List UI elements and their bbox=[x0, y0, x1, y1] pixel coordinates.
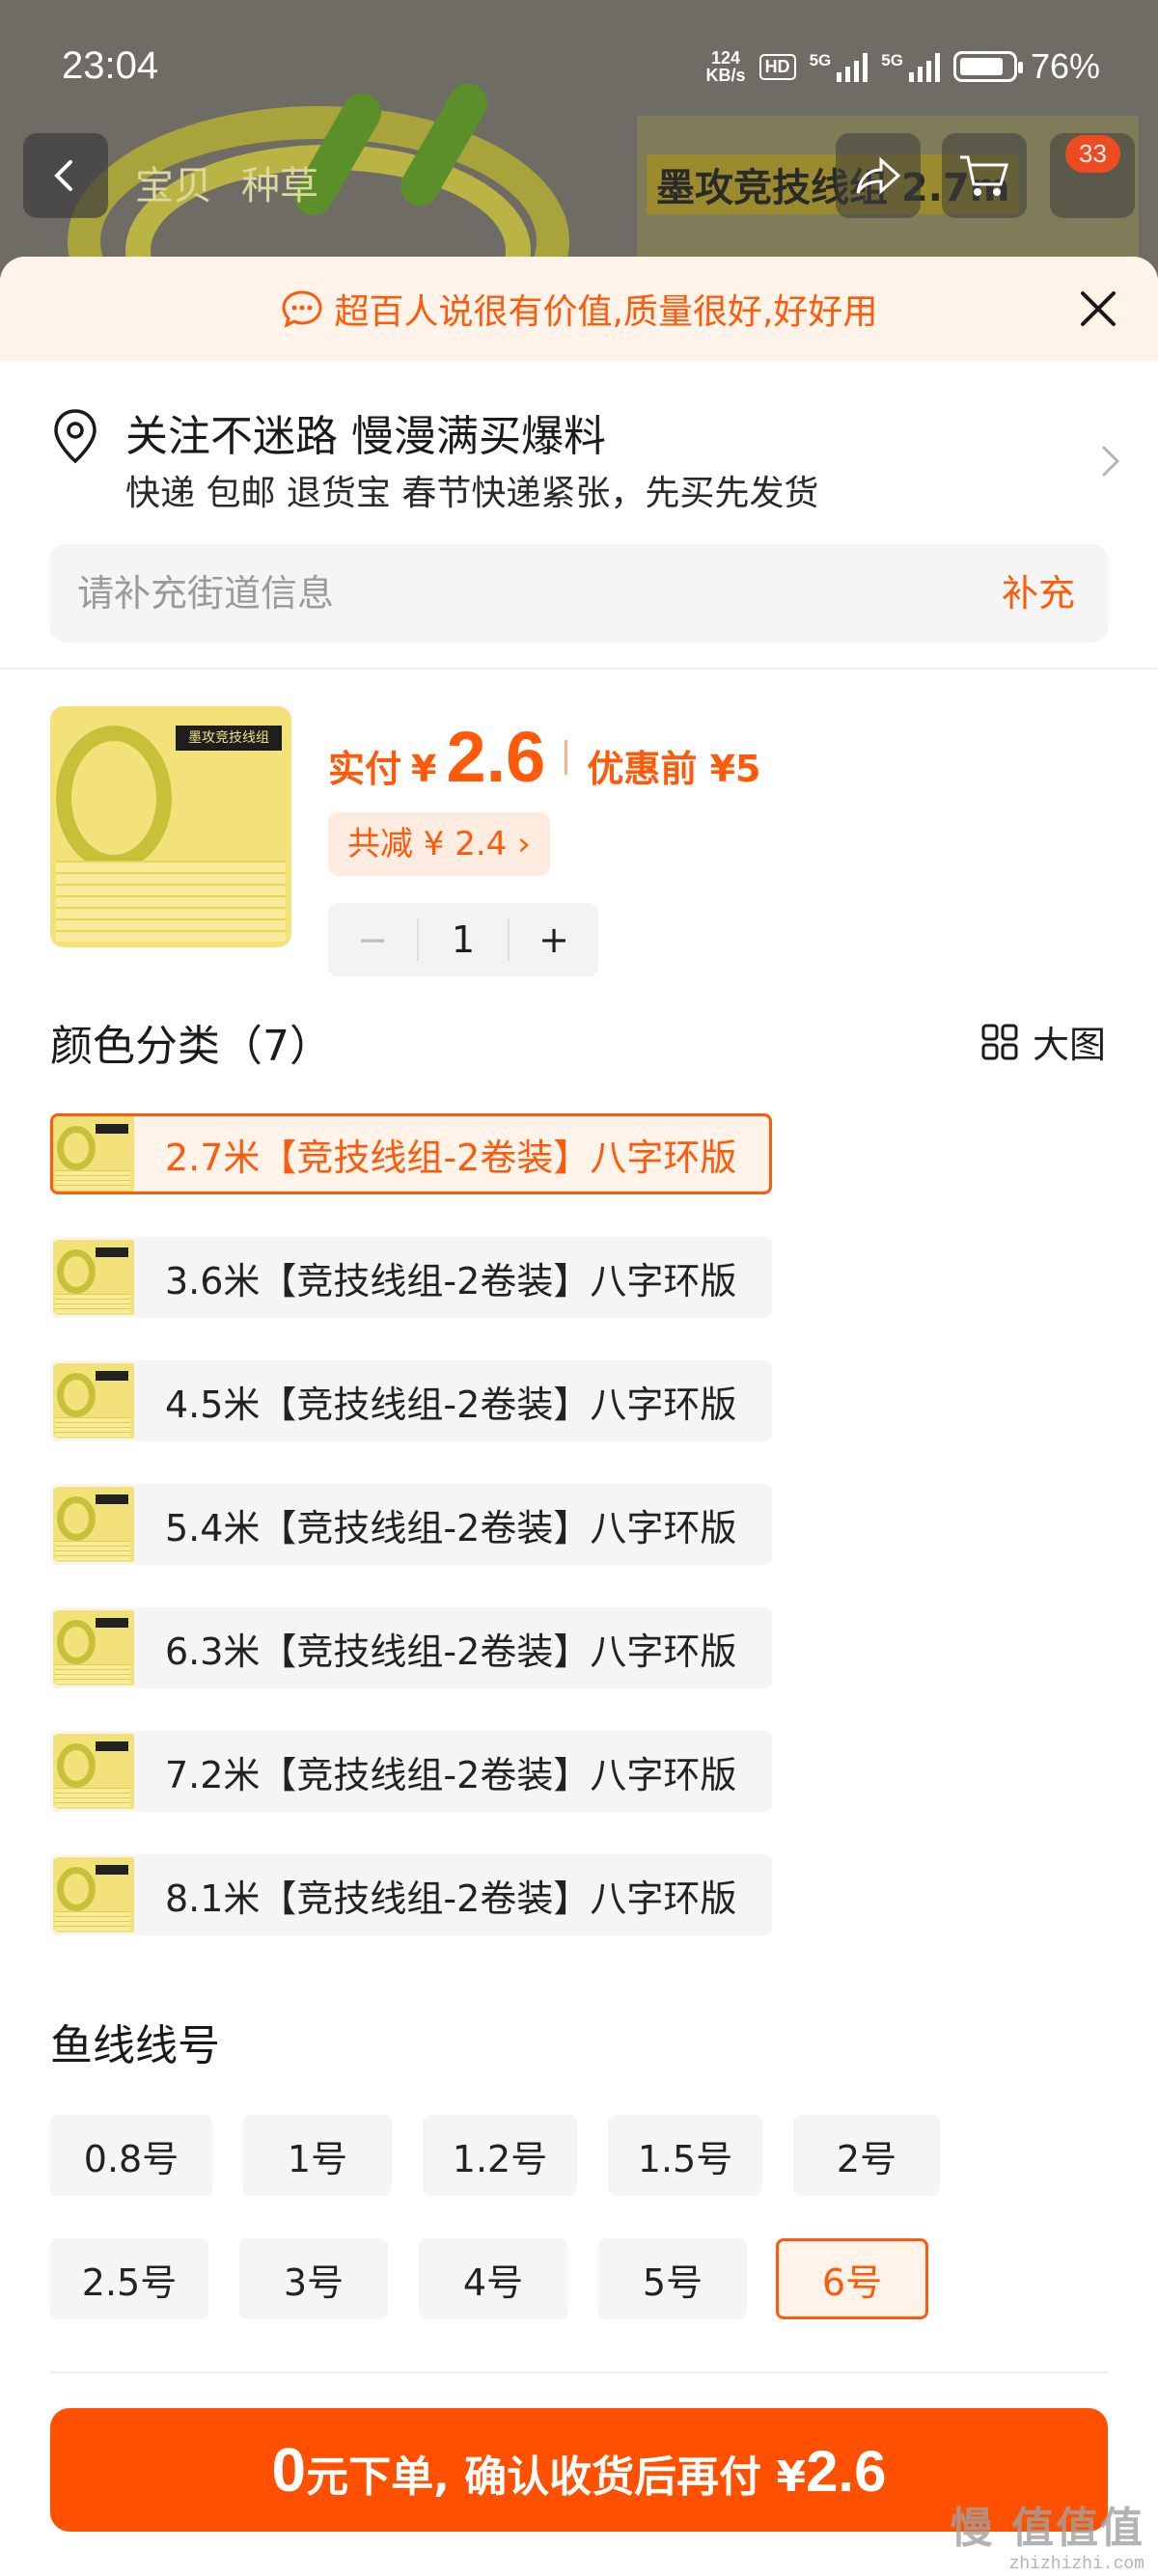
cta-zero: 0 bbox=[271, 2435, 307, 2505]
nav-tabs: 宝贝 种草 bbox=[135, 154, 318, 210]
notice-banner: 超百人说很有价值,质量很好,好好用 bbox=[0, 257, 1158, 361]
share-button[interactable] bbox=[836, 133, 921, 218]
line-size-chip[interactable]: 5号 bbox=[598, 2238, 747, 2319]
hd-voice-icon: HD bbox=[758, 53, 796, 80]
divider bbox=[0, 668, 1158, 670]
quantity-plus-button[interactable]: + bbox=[510, 918, 598, 961]
sku-sheet: 超百人说很有价值,质量很好,好好用 关注不迷路 慢漫满买爆料 快递 包邮 退货宝… bbox=[0, 257, 1158, 2576]
notice-text: 超百人说很有价值,质量很好,好好用 bbox=[334, 292, 878, 332]
color-option[interactable]: 2.7米【竞技线组-2卷装】八字环版 bbox=[50, 1113, 773, 1194]
option-thumbnail bbox=[53, 1240, 134, 1315]
big-view-label: 大图 bbox=[1032, 1024, 1106, 1066]
option-label: 7.2米【竞技线组-2卷装】八字环版 bbox=[165, 1753, 737, 1796]
cart-button[interactable] bbox=[942, 133, 1027, 218]
line-size-chip[interactable]: 1.2号 bbox=[423, 2115, 577, 2196]
price-line: 实付 ¥ 2.6 优惠前 ¥5 bbox=[328, 716, 760, 798]
chevron-left-icon bbox=[54, 160, 72, 191]
line-size-chip[interactable]: 6号 bbox=[776, 2238, 928, 2319]
discount-tag[interactable]: 共减 ¥ 2.4 › bbox=[328, 812, 550, 876]
address-subtitle: 快递 包邮 退货宝 春节快递紧张，先买先发货 bbox=[125, 474, 819, 513]
tab-grass[interactable]: 种草 bbox=[241, 154, 318, 210]
color-option[interactable]: 7.2米【竞技线组-2卷装】八字环版 bbox=[50, 1731, 773, 1812]
signal-icon: 5G bbox=[810, 51, 868, 82]
option-thumbnail bbox=[53, 1116, 134, 1192]
big-view-button[interactable]: 大图 bbox=[980, 1015, 1106, 1068]
watermark: 慢 值值值 zhizhizhi.com bbox=[951, 2493, 1144, 2574]
option-thumbnail bbox=[53, 1857, 134, 1932]
original-price: 优惠前 ¥5 bbox=[587, 748, 761, 790]
price-label: 实付 bbox=[328, 748, 402, 790]
cart-icon bbox=[960, 155, 1009, 196]
close-icon[interactable] bbox=[1075, 286, 1121, 332]
option-label: 6.3米【竞技线组-2卷装】八字环版 bbox=[165, 1630, 737, 1673]
option-thumbnail bbox=[53, 1487, 134, 1562]
line-section-title: 鱼线线号 bbox=[50, 2021, 220, 2070]
option-label: 8.1米【竞技线组-2卷装】八字环版 bbox=[165, 1877, 737, 1920]
address-title: 关注不迷路 慢漫满买爆料 bbox=[125, 412, 606, 461]
option-thumbnail bbox=[53, 1734, 134, 1809]
product-thumbnail[interactable]: 墨攻竞技线组 2.7m bbox=[50, 706, 291, 947]
line-size-chip[interactable]: 2.5号 bbox=[50, 2238, 208, 2319]
place-order-button[interactable]: 0 元下单, 确认收货后再付 ¥ 2.6 bbox=[50, 2408, 1108, 2532]
back-button[interactable] bbox=[23, 133, 108, 218]
line-size-chip[interactable]: 2号 bbox=[793, 2115, 940, 2196]
share-icon bbox=[856, 156, 901, 195]
line-size-chip[interactable]: 4号 bbox=[419, 2238, 567, 2319]
color-section-title: 颜色分类（7） bbox=[50, 1022, 332, 1071]
cta-amount: 2.6 bbox=[806, 2439, 887, 2504]
option-label: 4.5米【竞技线组-2卷装】八字环版 bbox=[165, 1383, 737, 1426]
line-size-chip[interactable]: 1.5号 bbox=[608, 2115, 762, 2196]
option-label: 2.7米【竞技线组-2卷装】八字环版 bbox=[165, 1136, 737, 1179]
line-size-chip[interactable]: 1号 bbox=[243, 2115, 392, 2196]
watermark-sub: zhizhizhi.com bbox=[1008, 2555, 1144, 2574]
color-option[interactable]: 6.3米【竞技线组-2卷装】八字环版 bbox=[50, 1607, 773, 1688]
status-icons: 124 KB/s HD 5G 5G 76% bbox=[706, 46, 1100, 87]
color-option[interactable]: 5.4米【竞技线组-2卷装】八字环版 bbox=[50, 1484, 773, 1565]
option-label: 3.6米【竞技线组-2卷装】八字环版 bbox=[165, 1259, 737, 1302]
price-value: 2.6 bbox=[446, 717, 546, 797]
quantity-minus-button[interactable]: − bbox=[328, 918, 417, 961]
net-speed-value: 124 bbox=[711, 48, 741, 68]
grid-icon bbox=[981, 1024, 1018, 1059]
battery-icon bbox=[952, 51, 1023, 82]
watermark-main: 慢 值值值 bbox=[950, 2504, 1144, 2553]
quantity-stepper: − 1 + bbox=[328, 903, 598, 976]
street-input-placeholder[interactable]: 请补充街道信息 bbox=[77, 563, 334, 617]
street-supplement-button[interactable]: 补充 bbox=[1002, 563, 1075, 617]
net-speed-unit: KB/s bbox=[705, 66, 746, 85]
color-option[interactable]: 8.1米【竞技线组-2卷装】八字环版 bbox=[50, 1854, 773, 1935]
signal-label: 5G bbox=[809, 51, 832, 69]
battery-percent: 76% bbox=[1030, 46, 1100, 86]
status-bar: 23:04 124 KB/s HD 5G 5G 76% bbox=[0, 0, 1158, 135]
quantity-value[interactable]: 1 bbox=[417, 918, 510, 961]
thumbnail-label: 墨攻竞技线组 2.7m bbox=[176, 726, 282, 771]
tab-product[interactable]: 宝贝 bbox=[135, 154, 212, 210]
signal-icon: 5G bbox=[881, 51, 940, 82]
option-label: 5.4米【竞技线组-2卷装】八字环版 bbox=[165, 1506, 737, 1549]
price-currency: ¥ bbox=[411, 748, 437, 790]
price-separator bbox=[565, 739, 568, 775]
location-pin-icon bbox=[54, 409, 96, 464]
line-size-chip[interactable]: 3号 bbox=[239, 2238, 388, 2319]
net-speed: 124 KB/s bbox=[706, 49, 746, 84]
line-size-chip[interactable]: 0.8号 bbox=[50, 2115, 212, 2196]
color-option[interactable]: 3.6米【竞技线组-2卷装】八字环版 bbox=[50, 1237, 773, 1318]
option-thumbnail bbox=[53, 1610, 134, 1685]
chat-bubble-icon bbox=[282, 290, 322, 328]
cart-badge: 33 bbox=[1065, 135, 1120, 173]
cta-text: 元下单, 确认收货后再付 ¥ bbox=[306, 2453, 807, 2502]
color-option[interactable]: 4.5米【竞技线组-2卷装】八字环版 bbox=[50, 1360, 773, 1441]
status-time: 23:04 bbox=[62, 44, 159, 87]
option-thumbnail bbox=[53, 1363, 134, 1439]
chevron-right-icon[interactable] bbox=[1100, 444, 1121, 479]
divider bbox=[50, 2371, 1108, 2373]
signal-label: 5G bbox=[881, 51, 903, 69]
